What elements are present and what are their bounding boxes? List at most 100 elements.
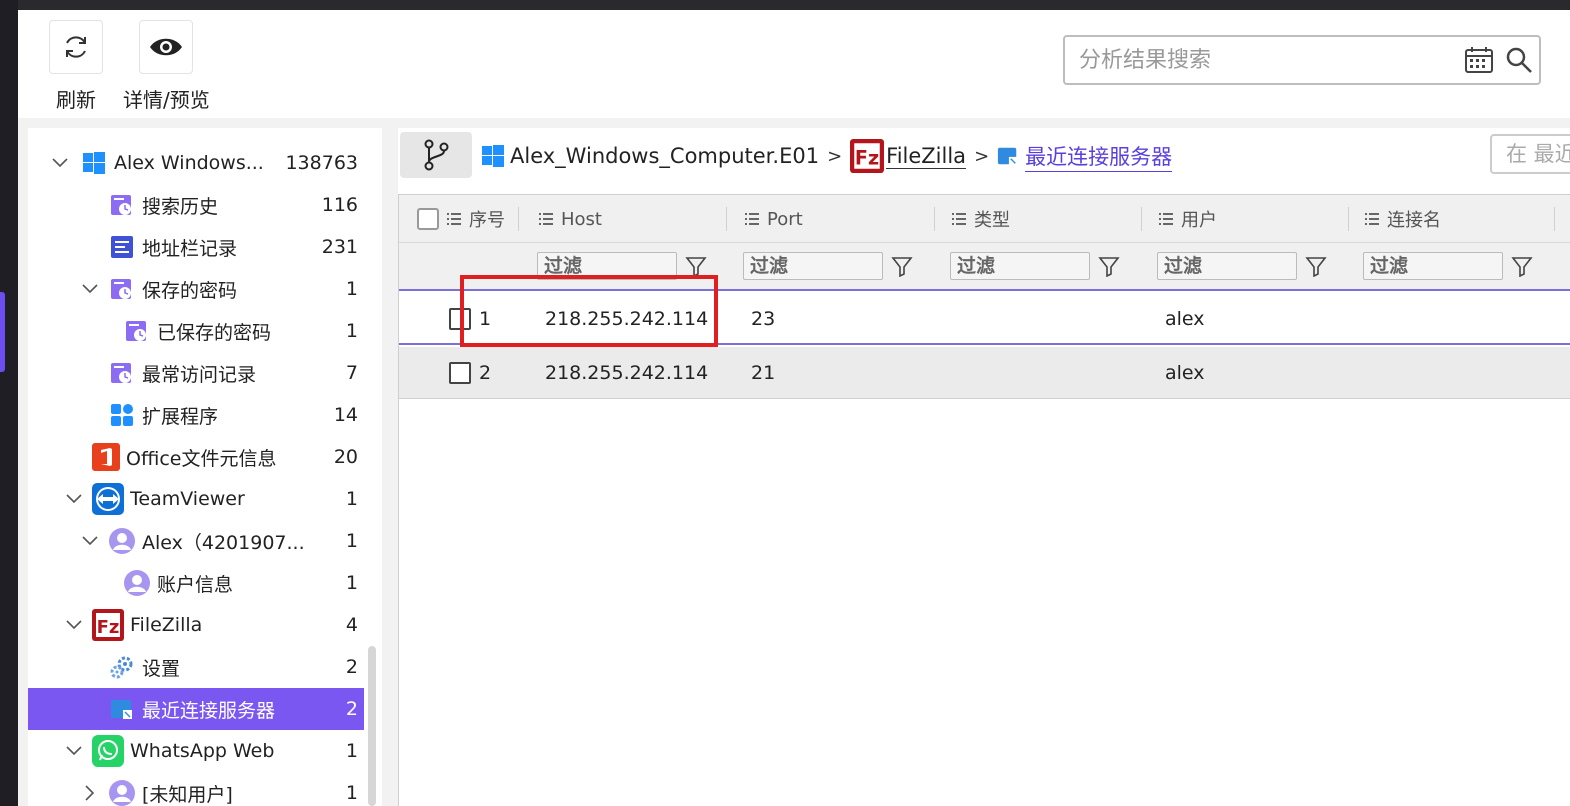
sidebar-tree: Alex Windows... 138763 搜索历史 116 地址栏记录 23… bbox=[28, 128, 382, 806]
list-icon bbox=[1159, 209, 1173, 230]
window-top-strip bbox=[0, 0, 1570, 10]
list-icon bbox=[539, 209, 553, 230]
filezilla-icon: Fz bbox=[850, 139, 885, 173]
tree-item-saved-passwords[interactable]: 保存的密码 1 bbox=[28, 268, 364, 310]
office-icon bbox=[92, 443, 120, 471]
list-icon bbox=[1365, 209, 1379, 230]
refresh-button[interactable]: 刷新 bbox=[49, 20, 103, 113]
tree-item-label: 保存的密码 bbox=[142, 279, 238, 302]
teamviewer-icon bbox=[92, 483, 124, 515]
eye-icon bbox=[139, 20, 194, 74]
tree-item-label: 地址栏记录 bbox=[142, 237, 238, 260]
tree-item-label: 设置 bbox=[142, 657, 181, 680]
filter-input[interactable]: 过滤 bbox=[743, 252, 883, 280]
col-header-label: 连接名 bbox=[1387, 210, 1441, 231]
details-preview-button[interactable]: 详情/预览 bbox=[123, 20, 210, 113]
cell-port: 21 bbox=[751, 362, 776, 384]
tree-item-alex-account[interactable]: Alex（4201907... 1 bbox=[28, 520, 364, 562]
tree-item-extensions[interactable]: 扩展程序 14 bbox=[28, 394, 364, 436]
tree-item-label: 搜索历史 bbox=[142, 195, 219, 218]
column-divider bbox=[934, 207, 935, 231]
breadcrumb-app[interactable]: FileZilla bbox=[886, 144, 967, 169]
tree-item-count: 20 bbox=[333, 446, 358, 468]
col-header-port[interactable]: Port bbox=[745, 195, 935, 243]
chevron-down-icon[interactable] bbox=[64, 615, 84, 635]
select-all-checkbox[interactable] bbox=[417, 208, 439, 230]
tree-item-count: 7 bbox=[345, 362, 358, 384]
address-bar-icon bbox=[108, 233, 136, 261]
search-icon[interactable] bbox=[1499, 46, 1539, 74]
tree-item-top-visited[interactable]: 最常访问记录 7 bbox=[28, 352, 364, 394]
col-header-index[interactable]: 序号 bbox=[417, 195, 519, 243]
col-header-user[interactable]: 用户 bbox=[1159, 195, 1349, 243]
tree-item-label: WhatsApp Web bbox=[130, 740, 275, 762]
tree-item-label: 最近连接服务器 bbox=[142, 699, 276, 722]
filter-input[interactable]: 过滤 bbox=[1157, 252, 1297, 280]
tree-item-count: 1 bbox=[345, 572, 358, 594]
tree-item-settings[interactable]: 设置 2 bbox=[28, 646, 364, 688]
breadcrumb-current[interactable]: 最近连接服务器 bbox=[1025, 141, 1173, 172]
cell-user: alex bbox=[1165, 362, 1205, 384]
row-checkbox[interactable] bbox=[449, 362, 471, 384]
tree-item-address-bar[interactable]: 地址栏记录 231 bbox=[28, 226, 364, 268]
tree-item-count: 14 bbox=[333, 404, 358, 426]
chevron-down-icon[interactable] bbox=[80, 279, 100, 299]
tree-item-count: 1 bbox=[345, 740, 358, 762]
svg-text:Fz: Fz bbox=[97, 617, 120, 638]
tree-item-count: 1 bbox=[345, 320, 358, 342]
details-preview-label: 详情/预览 bbox=[123, 88, 210, 112]
filter-icon[interactable] bbox=[1305, 255, 1327, 277]
windows-icon bbox=[482, 145, 504, 167]
tree-item-account-info[interactable]: 账户信息 1 bbox=[28, 562, 364, 604]
chevron-down-icon[interactable] bbox=[64, 489, 84, 509]
result-search-box[interactable] bbox=[1063, 35, 1541, 85]
chevron-down-icon[interactable] bbox=[80, 531, 100, 551]
tree-item-stored-passwords[interactable]: 已保存的密码 1 bbox=[28, 310, 364, 352]
tree-item-alex-windows[interactable]: Alex Windows... 138763 bbox=[28, 142, 364, 184]
chevron-right-icon: > bbox=[974, 145, 990, 167]
tree-item-count: 231 bbox=[321, 236, 358, 258]
tree-item-count: 1 bbox=[345, 488, 358, 510]
chevron-down-icon[interactable] bbox=[64, 741, 84, 761]
cell-host: 218.255.242.114 bbox=[545, 362, 709, 384]
left-frame bbox=[0, 0, 18, 806]
calendar-icon[interactable] bbox=[1459, 46, 1499, 74]
tree-item-office-meta[interactable]: Office文件元信息 20 bbox=[28, 436, 364, 478]
sidebar-scrollbar[interactable] bbox=[368, 646, 376, 806]
breadcrumb-root[interactable]: Alex_Windows_Computer.E01 bbox=[510, 144, 819, 168]
in-view-search[interactable]: 在 最近 bbox=[1490, 134, 1570, 174]
tree-item-unknown-user[interactable]: [未知用户] 1 bbox=[28, 772, 364, 806]
col-header-host[interactable]: Host bbox=[539, 195, 727, 243]
branch-button[interactable] bbox=[400, 132, 472, 178]
windows-icon bbox=[80, 149, 108, 177]
tree-item-teamviewer[interactable]: TeamViewer 1 bbox=[28, 478, 364, 520]
breadcrumb: Alex_Windows_Computer.E01 > Fz FileZilla… bbox=[482, 136, 1173, 176]
tree-item-search-history[interactable]: 搜索历史 116 bbox=[28, 184, 364, 226]
result-search-input[interactable] bbox=[1065, 37, 1459, 83]
tree-item-count: 1 bbox=[345, 278, 358, 300]
tree-item-recent-servers[interactable]: 最近连接服务器 2 bbox=[28, 688, 364, 730]
filter-icon[interactable] bbox=[891, 255, 913, 277]
refresh-icon bbox=[49, 20, 103, 74]
tree-item-whatsapp[interactable]: WhatsApp Web 1 bbox=[28, 730, 364, 772]
chevron-right-icon[interactable] bbox=[80, 783, 100, 803]
filezilla-icon: Fz bbox=[92, 609, 124, 641]
filter-icon[interactable] bbox=[1511, 255, 1533, 277]
col-header-connection-name[interactable]: 连接名 bbox=[1365, 195, 1555, 243]
filter-input[interactable]: 过滤 bbox=[950, 252, 1090, 280]
row-checkbox-cell bbox=[449, 347, 471, 399]
history-icon bbox=[123, 317, 151, 345]
tree-item-count: 2 bbox=[345, 656, 358, 678]
filter-icon[interactable] bbox=[1098, 255, 1120, 277]
history-icon bbox=[108, 191, 136, 219]
tree-item-count: 4 bbox=[345, 614, 358, 636]
filter-input[interactable]: 过滤 bbox=[1363, 252, 1503, 280]
chevron-down-icon[interactable] bbox=[50, 153, 70, 173]
filter-icon[interactable] bbox=[685, 255, 707, 277]
table-row[interactable]: 2 218.255.242.114 21 alex bbox=[399, 347, 1570, 399]
tree-item-filezilla[interactable]: Fz FileZilla 4 bbox=[28, 604, 364, 646]
col-header-type[interactable]: 类型 bbox=[952, 195, 1142, 243]
col-header-label: Port bbox=[767, 208, 803, 230]
list-icon bbox=[745, 209, 759, 230]
history-icon bbox=[108, 275, 136, 303]
